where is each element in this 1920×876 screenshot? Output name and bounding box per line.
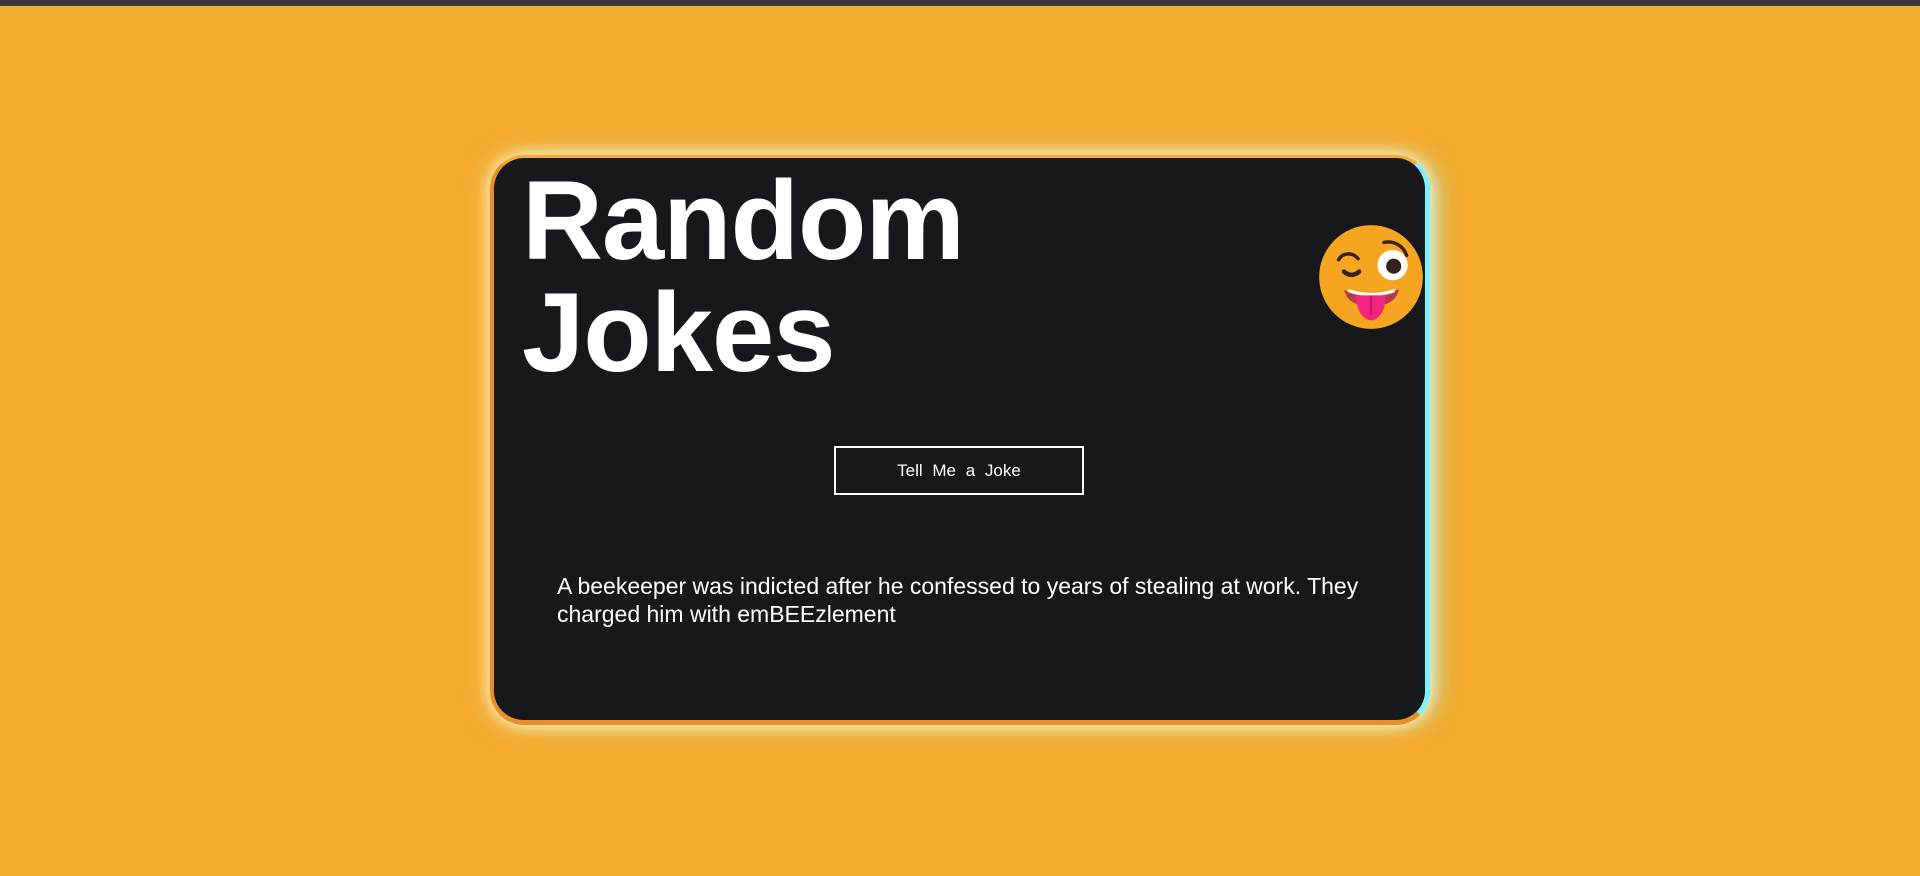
tell-joke-button[interactable]: Tell Me a Joke	[834, 446, 1084, 495]
title-row: Random Jokes	[522, 165, 1425, 389]
browser-top-bar	[0, 0, 1920, 6]
joke-text: A beekeeper was indicted after he confes…	[557, 573, 1359, 627]
page-title: Random Jokes	[522, 158, 965, 395]
joke-card: Random Jokes Tell Me a Joke A beekeeper …	[490, 155, 1430, 725]
winking-face-with-tongue-icon	[1319, 225, 1423, 329]
